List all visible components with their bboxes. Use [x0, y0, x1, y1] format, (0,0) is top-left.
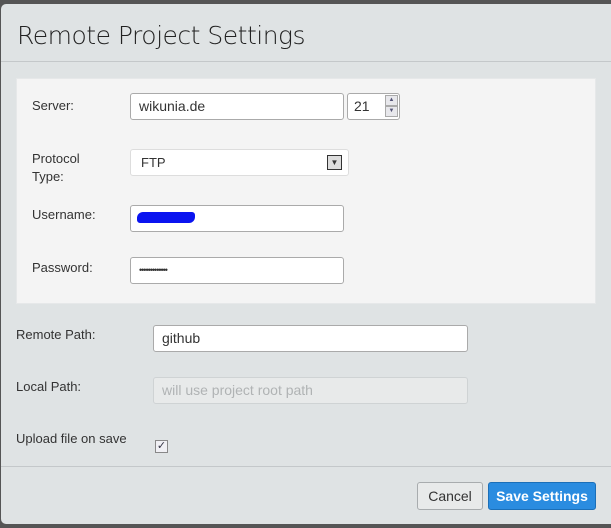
upload-on-save-label: Upload file on save	[16, 431, 127, 446]
stepper-up-icon[interactable]: ▲	[385, 95, 398, 106]
server-input[interactable]: wikunia.de	[130, 93, 344, 120]
protocol-label: Protocol Type:	[32, 150, 80, 186]
cancel-button[interactable]: Cancel	[417, 482, 483, 510]
password-input[interactable]: •••••••••••••	[130, 257, 344, 284]
port-stepper[interactable]: ▲ ▼	[385, 95, 398, 118]
local-path-input[interactable]: will use project root path	[153, 377, 468, 404]
chevron-down-icon[interactable]: ▼	[327, 155, 342, 170]
stepper-down-icon[interactable]: ▼	[385, 106, 398, 117]
remote-project-settings-dialog: Remote Project Settings Server: wikunia.…	[1, 4, 611, 524]
username-label: Username:	[32, 207, 96, 222]
server-label: Server:	[32, 98, 74, 113]
protocol-label-line2: Type:	[32, 169, 64, 184]
upload-on-save-checkbox[interactable]: ✓	[155, 440, 168, 453]
dialog-title: Remote Project Settings	[17, 21, 306, 50]
local-path-label: Local Path:	[16, 379, 82, 394]
username-input[interactable]	[130, 205, 344, 232]
protocol-label-line1: Protocol	[32, 151, 80, 166]
protocol-value: FTP	[141, 155, 166, 170]
port-input[interactable]: 21 ▲ ▼	[347, 93, 400, 120]
remote-path-label: Remote Path:	[16, 327, 96, 342]
password-label: Password:	[32, 260, 93, 275]
redaction-mark	[137, 212, 195, 223]
save-settings-button[interactable]: Save Settings	[488, 482, 596, 510]
dialog-footer	[1, 466, 611, 467]
dialog-header: Remote Project Settings	[1, 4, 611, 62]
connection-panel: Server: wikunia.de 21 ▲ ▼ Protocol Type: …	[16, 78, 596, 304]
checkmark-icon: ✓	[156, 440, 167, 452]
remote-path-input[interactable]: github	[153, 325, 468, 352]
port-value: 21	[354, 98, 370, 114]
protocol-select[interactable]: FTP ▼	[130, 149, 349, 176]
